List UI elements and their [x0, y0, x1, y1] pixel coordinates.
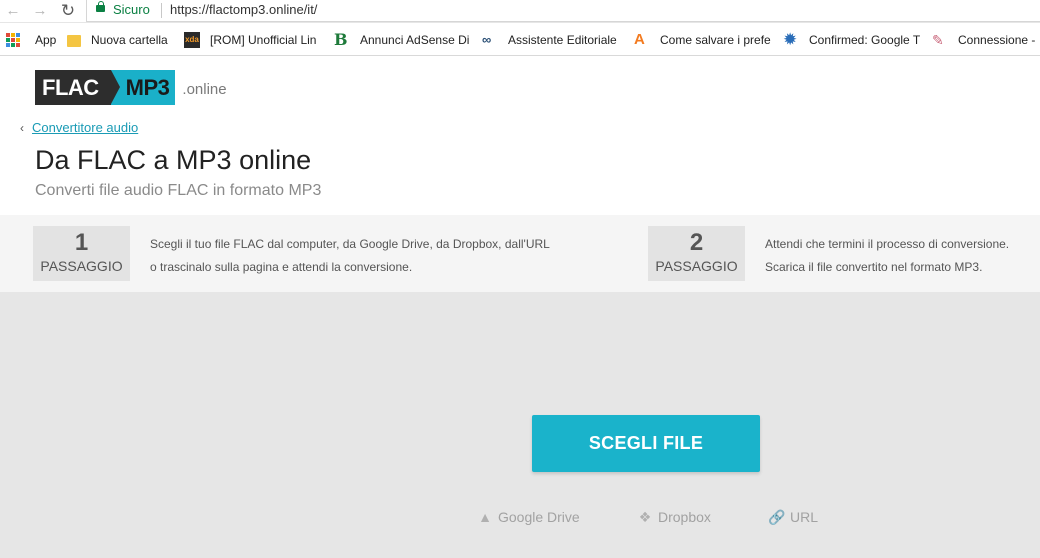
source-label: URL [790, 509, 819, 525]
bookmark-label: Annunci AdSense Di [360, 33, 470, 47]
back-icon[interactable]: ← [4, 2, 22, 20]
bookmark-label: Come salvare i prefe [660, 33, 771, 47]
bookmark-assistente-editoriale[interactable]: ∞ Assistente Editoriale [482, 32, 622, 48]
bookmark-confirmed-google[interactable]: ✹ Confirmed: Google T [783, 32, 920, 48]
logo-flac: FLAC [35, 70, 120, 105]
bookmark-label: Nuova cartella [91, 33, 168, 47]
breadcrumb: ‹ Convertitore audio [20, 120, 138, 135]
link-icon: 🔗 [768, 509, 786, 525]
infinity-icon: ∞ [482, 32, 492, 47]
gear-icon: ✹ [783, 32, 798, 48]
bookmark-connessione[interactable]: ✎ Connessione - [932, 32, 1038, 48]
folder-icon [67, 35, 81, 47]
step-line: Attendi che termini il processo di conve… [765, 237, 1010, 251]
page-title: Da FLAC a MP3 online [35, 145, 312, 175]
dropbox-button[interactable]: ❖ Dropbox [636, 509, 711, 525]
bookmark-annunci-adsense[interactable]: B Annunci AdSense Di [334, 32, 472, 48]
xda-icon: xda [184, 32, 200, 48]
b-icon: B [334, 32, 348, 48]
chevron-left-icon: ‹ [20, 120, 24, 135]
step-line: Scegli il tuo file FLAC dal computer, da… [150, 237, 550, 251]
bookmark-label: Confirmed: Google T [809, 33, 920, 47]
apps-icon [5, 32, 21, 48]
step-2-description: Attendi che termini il processo di conve… [765, 233, 1009, 279]
connection-icon: ✎ [932, 32, 944, 48]
url-separator [161, 3, 162, 18]
bookmark-rom-unofficial[interactable]: xda [ROM] Unofficial Lin [184, 32, 324, 48]
breadcrumb-link[interactable]: Convertitore audio [32, 120, 138, 135]
bookmark-nuova-cartella[interactable]: Nuova cartella [67, 32, 168, 48]
page-subtitle: Converti file audio FLAC in formato MP3 [35, 182, 322, 199]
logo-mp3: MP3 [110, 70, 176, 105]
upload-dropzone[interactable]: SCEGLI FILE ▲ Google Drive ❖ Dropbox 🔗 U… [0, 292, 1040, 558]
url-text[interactable]: https://flactomp3.online/it/ [170, 2, 317, 17]
lock-icon [96, 1, 105, 12]
bookmark-app[interactable]: App [5, 32, 56, 48]
step-label: PASSAGGIO [655, 258, 738, 274]
dropbox-icon: ❖ [638, 509, 652, 525]
step-label: PASSAGGIO [40, 258, 123, 274]
url-button[interactable]: 🔗 URL [768, 509, 818, 525]
bookmark-come-salvare[interactable]: A Come salvare i prefe [634, 32, 772, 48]
choose-file-button[interactable]: SCEGLI FILE [532, 415, 760, 472]
address-bar: ← → ↻ Sicuro https://flactomp3.online/it… [0, 0, 1040, 23]
step-2-badge: 2 PASSAGGIO [648, 226, 745, 281]
source-label: Dropbox [658, 509, 711, 525]
bookmark-label: Assistente Editoriale [508, 33, 617, 47]
a-icon: A [634, 32, 645, 48]
reload-icon[interactable]: ↻ [59, 2, 77, 20]
step-1-badge: 1 PASSAGGIO [33, 226, 130, 281]
bookmarks-bar: App Nuova cartella xda [ROM] Unofficial … [0, 23, 1040, 56]
site-logo[interactable]: FLAC MP3 .online [35, 70, 227, 105]
bookmark-label: Connessione - [958, 33, 1036, 47]
steps-band: 1 PASSAGGIO Scegli il tuo file FLAC dal … [0, 215, 1040, 292]
source-label: Google Drive [498, 509, 580, 525]
logo-suffix: .online [182, 81, 227, 98]
google-drive-button[interactable]: ▲ Google Drive [476, 509, 580, 525]
step-1-description: Scegli il tuo file FLAC dal computer, da… [150, 233, 550, 279]
step-line: Scarica il file convertito nel formato M… [765, 260, 983, 274]
step-number: 2 [689, 229, 704, 256]
forward-icon[interactable]: → [31, 2, 49, 20]
step-number: 1 [74, 229, 89, 256]
url-bar[interactable]: Sicuro https://flactomp3.online/it/ [86, 0, 1040, 22]
secure-label: Sicuro [113, 2, 150, 17]
bookmark-label: App [35, 33, 57, 47]
bookmark-label: [ROM] Unofficial Lin [210, 33, 317, 47]
step-line: o trascinalo sulla pagina e attendi la c… [150, 260, 413, 274]
google-drive-icon: ▲ [478, 509, 492, 525]
